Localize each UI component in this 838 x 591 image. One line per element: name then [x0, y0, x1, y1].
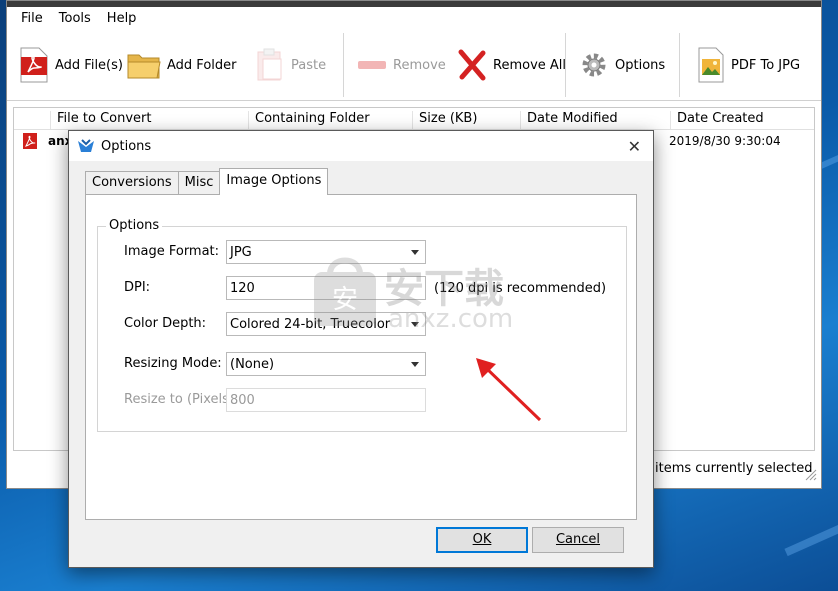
paste-label: Paste: [291, 57, 327, 73]
ok-label: OK: [472, 532, 492, 547]
color-depth-select[interactable]: Colored 24-bit, Truecolor: [226, 312, 426, 336]
image-options-panel: Options Image Format: JPG DPI: 120 (120 …: [85, 194, 637, 520]
image-format-select[interactable]: JPG: [226, 240, 426, 264]
chevron-down-icon: [411, 322, 419, 327]
folder-icon: [127, 54, 161, 79]
column-header-size[interactable]: Size (KB): [412, 111, 520, 129]
cancel-button[interactable]: Cancel: [532, 527, 624, 553]
column-header-file[interactable]: File to Convert: [50, 111, 248, 129]
add-files-label: Add File(s): [55, 57, 123, 73]
image-file-icon: [698, 47, 724, 83]
remove-button[interactable]: Remove: [357, 39, 446, 91]
dpi-input[interactable]: 120: [226, 276, 426, 300]
pdf-file-icon: [20, 47, 48, 83]
color-depth-label: Color Depth:: [124, 316, 207, 331]
group-title: Options: [106, 218, 163, 233]
annotation-arrow-icon: [476, 358, 542, 422]
column-header-date-modified[interactable]: Date Modified: [520, 111, 670, 129]
add-folder-label: Add Folder: [167, 57, 237, 73]
toolbar-separator: [565, 33, 566, 97]
remove-all-button[interactable]: Remove All: [457, 39, 566, 91]
image-format-value: JPG: [230, 245, 252, 260]
toolbar-separator: [343, 33, 344, 97]
paste-icon: [257, 48, 282, 81]
options-label: Options: [615, 57, 666, 73]
resize-grip-icon[interactable]: [803, 467, 817, 481]
tab-image-options[interactable]: Image Options: [219, 168, 329, 195]
resize-to-label: Resize to (Pixels):: [124, 392, 239, 407]
color-depth-value: Colored 24-bit, Truecolor: [230, 317, 391, 332]
resize-to-input[interactable]: 800: [226, 388, 426, 412]
paste-button[interactable]: Paste: [255, 39, 326, 91]
pdf-file-icon: [23, 133, 37, 149]
red-x-icon: [458, 49, 486, 81]
close-icon[interactable]: ✕: [628, 137, 641, 156]
status-text: items currently selected: [655, 461, 813, 476]
resizing-mode-value: (None): [230, 357, 275, 372]
gear-icon: [582, 53, 606, 77]
dialog-title: Options: [101, 138, 152, 154]
desktop-background-streak: [784, 491, 838, 557]
menu-help[interactable]: Help: [99, 11, 145, 26]
remove-all-label: Remove All: [493, 57, 567, 73]
minus-icon: [358, 61, 386, 69]
app-logo-icon: [78, 139, 94, 152]
ok-button[interactable]: OK: [436, 527, 528, 553]
toolbar-separator: [679, 33, 680, 97]
column-header-date-created[interactable]: Date Created: [670, 111, 814, 129]
menu-file[interactable]: File: [13, 11, 51, 26]
menu-tools[interactable]: Tools: [51, 11, 99, 26]
chevron-down-icon: [411, 250, 419, 255]
menubar: File Tools Help: [7, 7, 821, 29]
resizing-mode-label: Resizing Mode:: [124, 356, 222, 371]
options-dialog: Options ✕ Conversions Misc Image Options…: [68, 130, 654, 568]
chevron-down-icon: [411, 362, 419, 367]
dialog-titlebar[interactable]: Options ✕: [69, 131, 653, 161]
options-button[interactable]: Options: [579, 39, 665, 91]
remove-label: Remove: [393, 57, 446, 73]
add-folder-button[interactable]: Add Folder: [127, 39, 236, 91]
add-files-button[interactable]: Add File(s): [19, 39, 123, 91]
tab-conversions[interactable]: Conversions: [85, 171, 179, 195]
resize-to-value: 800: [230, 393, 255, 408]
toolbar: Add File(s) Add Folder Paste Remove Remo…: [7, 29, 821, 101]
dpi-value: 120: [230, 281, 255, 296]
tab-strip: Conversions Misc Image Options: [85, 168, 329, 195]
column-header-folder[interactable]: Containing Folder: [248, 111, 412, 129]
row-date-created: 2019/8/30 9:30:04: [669, 134, 781, 148]
pdf-to-jpg-label: PDF To JPG: [731, 57, 801, 73]
resizing-mode-select[interactable]: (None): [226, 352, 426, 376]
list-header: File to Convert Containing Folder Size (…: [14, 108, 814, 130]
cancel-label: Cancel: [555, 532, 601, 547]
dpi-hint: (120 dpi is recommended): [434, 281, 607, 296]
dpi-label: DPI:: [124, 280, 151, 295]
image-format-label: Image Format:: [124, 244, 220, 259]
pdf-to-jpg-button[interactable]: PDF To JPG: [697, 39, 800, 91]
tab-misc[interactable]: Misc: [177, 171, 221, 195]
